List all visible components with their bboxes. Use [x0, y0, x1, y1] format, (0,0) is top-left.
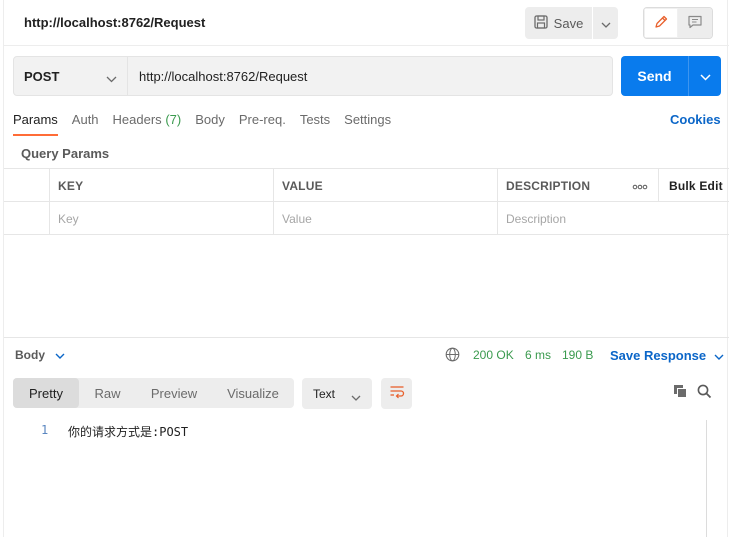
view-tab-pretty[interactable]: Pretty — [13, 378, 79, 408]
more-icon — [632, 179, 648, 193]
bulk-edit-label: Bulk Edit — [669, 178, 723, 193]
tab-pre-request[interactable]: Pre-req. — [239, 110, 286, 136]
tab-auth[interactable]: Auth — [72, 110, 99, 136]
bulk-edit-button[interactable]: Bulk Edit — [658, 169, 729, 202]
method-label: POST — [24, 68, 60, 84]
response-body-dropdown[interactable]: Body — [15, 348, 65, 362]
tab-label: Params — [13, 112, 58, 127]
query-params-heading: Query Params — [21, 146, 110, 161]
value-input[interactable]: Value — [273, 202, 497, 235]
description-input[interactable]: Description — [497, 202, 729, 235]
chevron-down-icon — [351, 390, 361, 404]
send-label: Send — [637, 68, 672, 84]
tab-label: Pre-req. — [238, 112, 286, 127]
request-panel: http://localhost:8762/Request Save POST … — [3, 0, 729, 537]
row-checkbox-cell — [4, 202, 49, 235]
comment-icon — [687, 14, 703, 33]
response-body-label: Body — [15, 348, 45, 362]
tab-label: Tests — [299, 112, 331, 127]
response-time[interactable]: 6 ms — [525, 348, 551, 362]
key-input[interactable]: Key — [49, 202, 273, 235]
save-group: Save — [525, 7, 618, 39]
response-view-tabs: Pretty Raw Preview Visualize — [13, 378, 294, 408]
more-options-button[interactable] — [622, 169, 658, 202]
globe-icon[interactable] — [445, 347, 460, 365]
copy-icon[interactable] — [673, 384, 688, 402]
checkbox-column-header — [4, 169, 49, 202]
column-header-value: VALUE — [273, 169, 497, 202]
mode-toggle — [643, 7, 713, 39]
response-scrollbar[interactable] — [706, 420, 720, 537]
request-title[interactable]: http://localhost:8762/Request — [24, 15, 205, 30]
save-button[interactable]: Save — [525, 7, 592, 39]
pencil-icon — [653, 14, 669, 33]
line-number: 1 — [41, 423, 49, 437]
view-tab-visualize[interactable]: Visualize — [212, 378, 294, 408]
chevron-down-icon — [601, 16, 611, 31]
comments-button[interactable] — [678, 8, 712, 38]
save-response-label: Save Response — [610, 348, 707, 363]
save-response-button[interactable]: Save Response — [610, 348, 724, 363]
format-label: Text — [313, 386, 336, 401]
tab-label: Body — [195, 112, 225, 127]
method-select[interactable]: POST — [13, 56, 128, 96]
column-header-description: DESCRIPTION — [497, 169, 622, 202]
tab-tests[interactable]: Tests — [300, 110, 330, 136]
chevron-down-icon — [714, 348, 724, 363]
tab-body[interactable]: Body — [195, 110, 225, 136]
tab-headers[interactable]: Headers (7) — [113, 110, 182, 136]
chevron-down-icon — [699, 68, 711, 84]
wrap-lines-button[interactable] — [381, 378, 412, 409]
request-tabs: Params Auth Headers (7) Body Pre-req. Te… — [13, 110, 405, 136]
tab-settings[interactable]: Settings — [344, 110, 391, 136]
edit-mode-button[interactable] — [644, 8, 678, 38]
view-tab-preview[interactable]: Preview — [136, 378, 212, 408]
view-tab-raw[interactable]: Raw — [79, 378, 136, 408]
save-label: Save — [553, 15, 584, 31]
send-options-button[interactable] — [689, 56, 721, 96]
wrap-icon — [389, 385, 405, 402]
params-table: KEY VALUE DESCRIPTION Bulk Edit Key Valu… — [4, 168, 729, 235]
format-select[interactable]: Text — [302, 378, 372, 409]
table-header-row: KEY VALUE DESCRIPTION Bulk Edit — [4, 169, 729, 202]
cookies-link[interactable]: Cookies — [670, 112, 721, 127]
search-icon[interactable] — [697, 384, 712, 402]
headers-count: (7) — [165, 112, 182, 127]
response-body-line: 你的请求方式是:POST — [68, 425, 189, 439]
status-code[interactable]: 200 OK — [473, 348, 514, 362]
save-options-button[interactable] — [593, 7, 618, 39]
chevron-down-icon — [106, 71, 117, 86]
tab-label: Headers — [112, 112, 162, 127]
url-value: http://localhost:8762/Request — [139, 68, 308, 84]
request-header: http://localhost:8762/Request Save — [4, 0, 729, 46]
response-bar: Body 200 OK 6 ms 190 B Save Response — [4, 337, 729, 372]
send-button[interactable]: Send — [621, 56, 721, 96]
tab-label: Auth — [71, 112, 99, 127]
url-input[interactable]: http://localhost:8762/Request — [128, 56, 613, 96]
tab-label: Settings — [344, 112, 392, 127]
save-icon — [534, 14, 548, 32]
chevron-down-icon — [55, 348, 65, 362]
tab-params[interactable]: Params — [13, 110, 58, 136]
response-size[interactable]: 190 B — [562, 348, 593, 362]
column-header-key: KEY — [49, 169, 273, 202]
table-row: Key Value Description — [4, 202, 729, 235]
